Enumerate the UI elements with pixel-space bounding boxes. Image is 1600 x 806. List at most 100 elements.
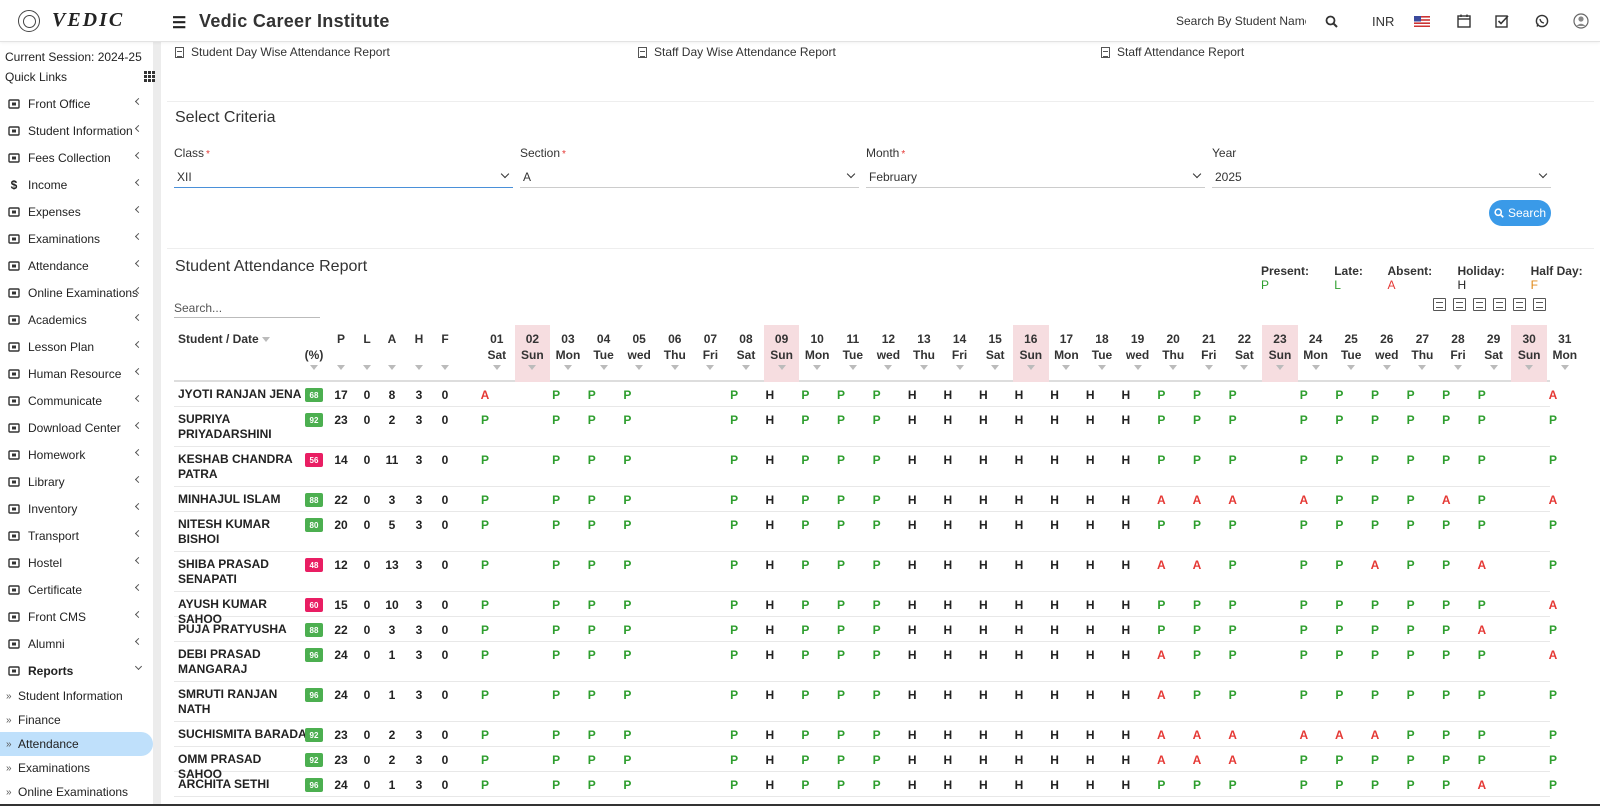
column-header-day[interactable]: 10 Mon bbox=[799, 325, 835, 382]
sidebar-subitem-examinations[interactable]: » Examinations bbox=[0, 756, 153, 780]
sidebar-item-fees-collection[interactable]: Fees Collection bbox=[0, 144, 153, 171]
student-name[interactable]: ARCHITA SETHI bbox=[178, 777, 308, 792]
column-header-day[interactable]: 27 Thu bbox=[1405, 325, 1441, 382]
student-day-wise-attendance-report-link[interactable]: Student Day Wise Attendance Report bbox=[175, 45, 390, 59]
year-select[interactable]: 2025 bbox=[1212, 166, 1551, 188]
student-name[interactable]: KESHAB CHANDRA PATRA bbox=[178, 452, 308, 482]
student-search-input[interactable] bbox=[1176, 12, 1306, 30]
class-select[interactable]: XII bbox=[174, 166, 513, 188]
sidebar-item-certificate[interactable]: Certificate bbox=[0, 576, 153, 603]
column-header-day[interactable]: 08 Sat bbox=[728, 325, 764, 382]
sidebar-item-homework[interactable]: Homework bbox=[0, 441, 153, 468]
column-header-A[interactable]: A bbox=[382, 325, 402, 382]
student-name[interactable]: JYOTI RANJAN JENA bbox=[178, 387, 308, 402]
student-name[interactable]: NITESH KUMAR BISHOI bbox=[178, 517, 308, 547]
sidebar-item-lesson-plan[interactable]: Lesson Plan bbox=[0, 333, 153, 360]
column-header-percentage[interactable]: (%) bbox=[301, 325, 327, 382]
column-header-day[interactable]: 23 Sun bbox=[1262, 325, 1298, 382]
sidebar-item-attendance[interactable]: Attendance bbox=[0, 252, 153, 279]
search-button[interactable]: Search bbox=[1489, 200, 1551, 226]
column-header-day[interactable]: 29 Sat bbox=[1476, 325, 1512, 382]
column-header-day[interactable]: 17 Mon bbox=[1049, 325, 1085, 382]
user-avatar-icon[interactable] bbox=[1572, 12, 1590, 30]
columns-icon[interactable] bbox=[1533, 298, 1546, 311]
sidebar-item-human-resource[interactable]: Human Resource bbox=[0, 360, 153, 387]
column-header-day[interactable]: 21 Fri bbox=[1191, 325, 1227, 382]
column-header-P[interactable]: P bbox=[331, 325, 351, 382]
column-header-day[interactable]: 28 Fri bbox=[1440, 325, 1476, 382]
column-header-day[interactable]: 03 Mon bbox=[550, 325, 586, 382]
search-icon[interactable] bbox=[1322, 12, 1340, 30]
month-select[interactable]: February bbox=[866, 166, 1205, 188]
sidebar-item-front-cms[interactable]: Front CMS bbox=[0, 603, 153, 630]
sidebar-item-examinations[interactable]: Examinations bbox=[0, 225, 153, 252]
column-header-day[interactable]: 20 Thu bbox=[1155, 325, 1191, 382]
copy-icon[interactable] bbox=[1433, 298, 1446, 311]
sidebar-item-expenses[interactable]: Expenses bbox=[0, 198, 153, 225]
sidebar-item-income[interactable]: $ Income bbox=[0, 171, 153, 198]
column-header-L[interactable]: L bbox=[357, 325, 377, 382]
sidebar-item-transport[interactable]: Transport bbox=[0, 522, 153, 549]
column-header-day[interactable]: 11 Tue bbox=[835, 325, 871, 382]
sidebar-item-download-center[interactable]: Download Center bbox=[0, 414, 153, 441]
sidebar-item-student-information[interactable]: Student Information bbox=[0, 117, 153, 144]
calendar-icon[interactable] bbox=[1455, 12, 1473, 30]
column-header-day[interactable]: 05 wed bbox=[621, 325, 657, 382]
whatsapp-icon[interactable] bbox=[1533, 12, 1551, 30]
column-header-day[interactable]: 09 Sun bbox=[763, 325, 800, 382]
student-name[interactable]: SMRUTI RANJAN NATH bbox=[178, 687, 308, 717]
student-name[interactable]: MINHAJUL ISLAM bbox=[178, 492, 308, 507]
student-name[interactable]: PUJA PRATYUSHA bbox=[178, 622, 308, 637]
student-name[interactable]: SHIBA PRASAD SENAPATI bbox=[178, 557, 308, 587]
us-flag-icon[interactable] bbox=[1413, 12, 1431, 30]
sidebar-item-online-examinations[interactable]: Online Examinations bbox=[0, 279, 153, 306]
sidebar-item-front-office[interactable]: Front Office bbox=[0, 90, 153, 117]
column-header-day[interactable]: 14 Fri bbox=[942, 325, 978, 382]
column-header-day[interactable]: 04 Tue bbox=[586, 325, 622, 382]
column-header-day[interactable]: 12 wed bbox=[871, 325, 907, 382]
pdf-icon[interactable] bbox=[1493, 298, 1506, 311]
sidebar-item-alumni[interactable]: Alumni bbox=[0, 630, 153, 657]
column-header-day[interactable]: 16 Sun bbox=[1013, 325, 1049, 382]
column-header-day[interactable]: 19 wed bbox=[1120, 325, 1156, 382]
sidebar-subitem-online-examinations[interactable]: » Online Examinations bbox=[0, 780, 153, 804]
hamburger-menu-icon[interactable]: ☰ bbox=[172, 13, 186, 33]
sidebar-item-communicate[interactable]: Communicate bbox=[0, 387, 153, 414]
csv-icon[interactable] bbox=[1473, 298, 1486, 311]
column-header-H[interactable]: H bbox=[409, 325, 429, 382]
column-header-day[interactable]: 02 Sun bbox=[514, 325, 551, 382]
sidebar-item-academics[interactable]: Academics bbox=[0, 306, 153, 333]
sidebar-item-library[interactable]: Library bbox=[0, 468, 153, 495]
column-header-student[interactable]: Student / Date bbox=[174, 325, 294, 382]
student-name[interactable]: SUCHISMITA BARADA bbox=[178, 727, 308, 742]
column-header-day[interactable]: 24 Mon bbox=[1298, 325, 1334, 382]
section-select[interactable]: A bbox=[520, 166, 859, 188]
staff-attendance-report-link[interactable]: Staff Attendance Report bbox=[1101, 45, 1244, 59]
print-icon[interactable] bbox=[1513, 298, 1526, 311]
column-header-day[interactable]: 22 Sat bbox=[1227, 325, 1263, 382]
column-header-day[interactable]: 13 Thu bbox=[906, 325, 942, 382]
excel-icon[interactable] bbox=[1453, 298, 1466, 311]
staff-day-wise-attendance-report-link[interactable]: Staff Day Wise Attendance Report bbox=[638, 45, 836, 59]
sidebar-item-reports[interactable]: Reports bbox=[0, 657, 153, 684]
column-header-day[interactable]: 30 Sun bbox=[1511, 325, 1547, 382]
sidebar-subitem-attendance[interactable]: » Attendance bbox=[0, 732, 153, 756]
sidebar-item-inventory[interactable]: Inventory bbox=[0, 495, 153, 522]
sidebar-subitem-student-information[interactable]: » Student Information bbox=[0, 684, 153, 708]
column-header-day[interactable]: 18 Tue bbox=[1084, 325, 1120, 382]
grid-icon[interactable] bbox=[144, 71, 155, 82]
sidebar-subitem-finance[interactable]: » Finance bbox=[0, 708, 153, 732]
table-search-input[interactable] bbox=[174, 298, 320, 318]
student-name[interactable]: DEBI PRASAD MANGARAJ bbox=[178, 647, 308, 677]
column-header-day[interactable]: 25 Tue bbox=[1333, 325, 1369, 382]
task-checkbox-icon[interactable] bbox=[1493, 12, 1511, 30]
currency-label[interactable]: INR bbox=[1372, 14, 1394, 29]
column-header-F[interactable]: F bbox=[435, 325, 455, 382]
column-header-day[interactable]: 06 Thu bbox=[657, 325, 693, 382]
column-header-day[interactable]: 26 wed bbox=[1369, 325, 1405, 382]
column-header-day[interactable]: 31 Mon bbox=[1547, 325, 1583, 382]
student-name[interactable]: SUPRIYA PRIYADARSHINI bbox=[178, 412, 308, 442]
column-header-day[interactable]: 15 Sat bbox=[977, 325, 1013, 382]
quick-links[interactable]: Quick Links bbox=[5, 70, 155, 84]
column-header-day[interactable]: 01 Sat bbox=[479, 325, 515, 382]
